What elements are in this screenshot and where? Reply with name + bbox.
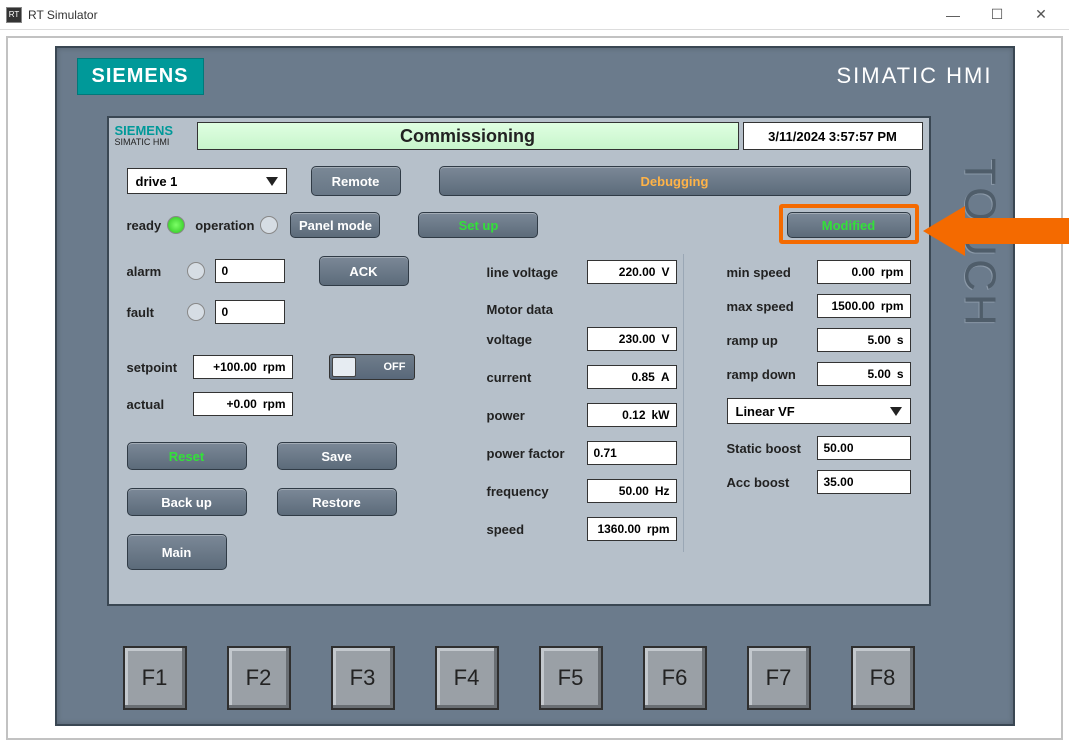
fkey-f8[interactable]: F8 bbox=[851, 646, 915, 710]
power-label: power bbox=[487, 408, 587, 423]
setpoint-value[interactable]: +100.00rpm bbox=[193, 355, 293, 379]
acc-boost-label: Acc boost bbox=[727, 475, 817, 490]
fkey-f3[interactable]: F3 bbox=[331, 646, 395, 710]
ready-label: ready bbox=[127, 218, 162, 233]
line-voltage-label: line voltage bbox=[487, 265, 587, 280]
min-speed-value[interactable]: 0.00rpm bbox=[817, 260, 911, 284]
close-button[interactable]: ✕ bbox=[1019, 1, 1063, 29]
ready-led bbox=[167, 216, 185, 234]
panel-mode-button[interactable]: Panel mode bbox=[290, 212, 380, 238]
fkey-row: F1 F2 F3 F4 F5 F6 F7 F8 bbox=[107, 646, 931, 710]
speed-label: speed bbox=[487, 522, 587, 537]
fkey-f5[interactable]: F5 bbox=[539, 646, 603, 710]
current-label: current bbox=[487, 370, 587, 385]
app-icon: RT bbox=[6, 7, 22, 23]
chevron-down-icon bbox=[266, 177, 278, 186]
save-button[interactable]: Save bbox=[277, 442, 397, 470]
window-title: RT Simulator bbox=[28, 8, 98, 22]
screen-header: SIEMENS SIMATIC HMI Commissioning 3/11/2… bbox=[109, 118, 929, 154]
off-toggle[interactable]: OFF bbox=[329, 354, 415, 380]
fault-label: fault bbox=[127, 305, 177, 320]
callout-arrow bbox=[923, 206, 1069, 256]
pf-label: power factor bbox=[487, 446, 587, 461]
ack-button[interactable]: ACK bbox=[319, 256, 409, 286]
acc-boost-value[interactable]: 35.00 bbox=[817, 470, 911, 494]
drive-dropdown[interactable]: drive 1 bbox=[127, 168, 287, 194]
ramp-down-value[interactable]: 5.00s bbox=[817, 362, 911, 386]
fault-value[interactable]: 0 bbox=[215, 300, 285, 324]
hmi-bezel: SIEMENS SIMATIC HMI TOUCH SIEMENS SIMATI… bbox=[55, 46, 1015, 726]
reset-button[interactable]: Reset bbox=[127, 442, 247, 470]
hmi-screen: SIEMENS SIMATIC HMI Commissioning 3/11/2… bbox=[107, 116, 931, 606]
restore-button[interactable]: Restore bbox=[277, 488, 397, 516]
power-value[interactable]: 0.12kW bbox=[587, 403, 677, 427]
voltage-label: voltage bbox=[487, 332, 587, 347]
minimize-button[interactable]: — bbox=[931, 1, 975, 29]
chevron-down-icon bbox=[890, 407, 902, 416]
setpoint-label: setpoint bbox=[127, 360, 185, 375]
drive-selected: drive 1 bbox=[136, 174, 178, 189]
operation-led bbox=[260, 216, 278, 234]
setup-button[interactable]: Set up bbox=[418, 212, 538, 238]
ramp-down-label: ramp down bbox=[727, 367, 817, 382]
ramp-up-label: ramp up bbox=[727, 333, 817, 348]
simatic-label: SIMATIC HMI bbox=[836, 63, 992, 89]
pf-value[interactable]: 0.71 bbox=[587, 441, 677, 465]
alarm-label: alarm bbox=[127, 264, 177, 279]
vf-mode-dropdown[interactable]: Linear VF bbox=[727, 398, 911, 424]
page-title: Commissioning bbox=[197, 122, 739, 150]
modified-button[interactable]: Modified bbox=[787, 212, 911, 238]
simulator-frame: SIEMENS SIMATIC HMI TOUCH SIEMENS SIMATI… bbox=[6, 36, 1063, 740]
siemens-logo: SIEMENS bbox=[77, 58, 204, 95]
motor-data-label: Motor data bbox=[487, 302, 699, 317]
line-voltage-value[interactable]: 220.00V bbox=[587, 260, 677, 284]
freq-value[interactable]: 50.00Hz bbox=[587, 479, 677, 503]
static-boost-label: Static boost bbox=[727, 441, 817, 456]
fkey-f2[interactable]: F2 bbox=[227, 646, 291, 710]
timestamp: 3/11/2024 3:57:57 PM bbox=[743, 122, 923, 150]
header-brand: SIEMENS SIMATIC HMI bbox=[115, 124, 193, 148]
max-speed-label: max speed bbox=[727, 299, 817, 314]
backup-button[interactable]: Back up bbox=[127, 488, 247, 516]
static-boost-value[interactable]: 50.00 bbox=[817, 436, 911, 460]
remote-button[interactable]: Remote bbox=[311, 166, 401, 196]
fkey-f1[interactable]: F1 bbox=[123, 646, 187, 710]
main-button[interactable]: Main bbox=[127, 534, 227, 570]
freq-label: frequency bbox=[487, 484, 587, 499]
max-speed-value[interactable]: 1500.00rpm bbox=[817, 294, 911, 318]
min-speed-label: min speed bbox=[727, 265, 817, 280]
window-titlebar: RT RT Simulator — ☐ ✕ bbox=[0, 0, 1069, 30]
maximize-button[interactable]: ☐ bbox=[975, 1, 1019, 29]
current-value[interactable]: 0.85A bbox=[587, 365, 677, 389]
fault-led bbox=[187, 303, 205, 321]
alarm-value[interactable]: 0 bbox=[215, 259, 285, 283]
fkey-f4[interactable]: F4 bbox=[435, 646, 499, 710]
voltage-value[interactable]: 230.00V bbox=[587, 327, 677, 351]
divider bbox=[683, 254, 684, 552]
alarm-led bbox=[187, 262, 205, 280]
actual-label: actual bbox=[127, 397, 185, 412]
actual-value: +0.00rpm bbox=[193, 392, 293, 416]
fkey-f7[interactable]: F7 bbox=[747, 646, 811, 710]
ramp-up-value[interactable]: 5.00s bbox=[817, 328, 911, 352]
fkey-f6[interactable]: F6 bbox=[643, 646, 707, 710]
debugging-button[interactable]: Debugging bbox=[439, 166, 911, 196]
speed-value[interactable]: 1360.00rpm bbox=[587, 517, 677, 541]
operation-label: operation bbox=[195, 218, 254, 233]
